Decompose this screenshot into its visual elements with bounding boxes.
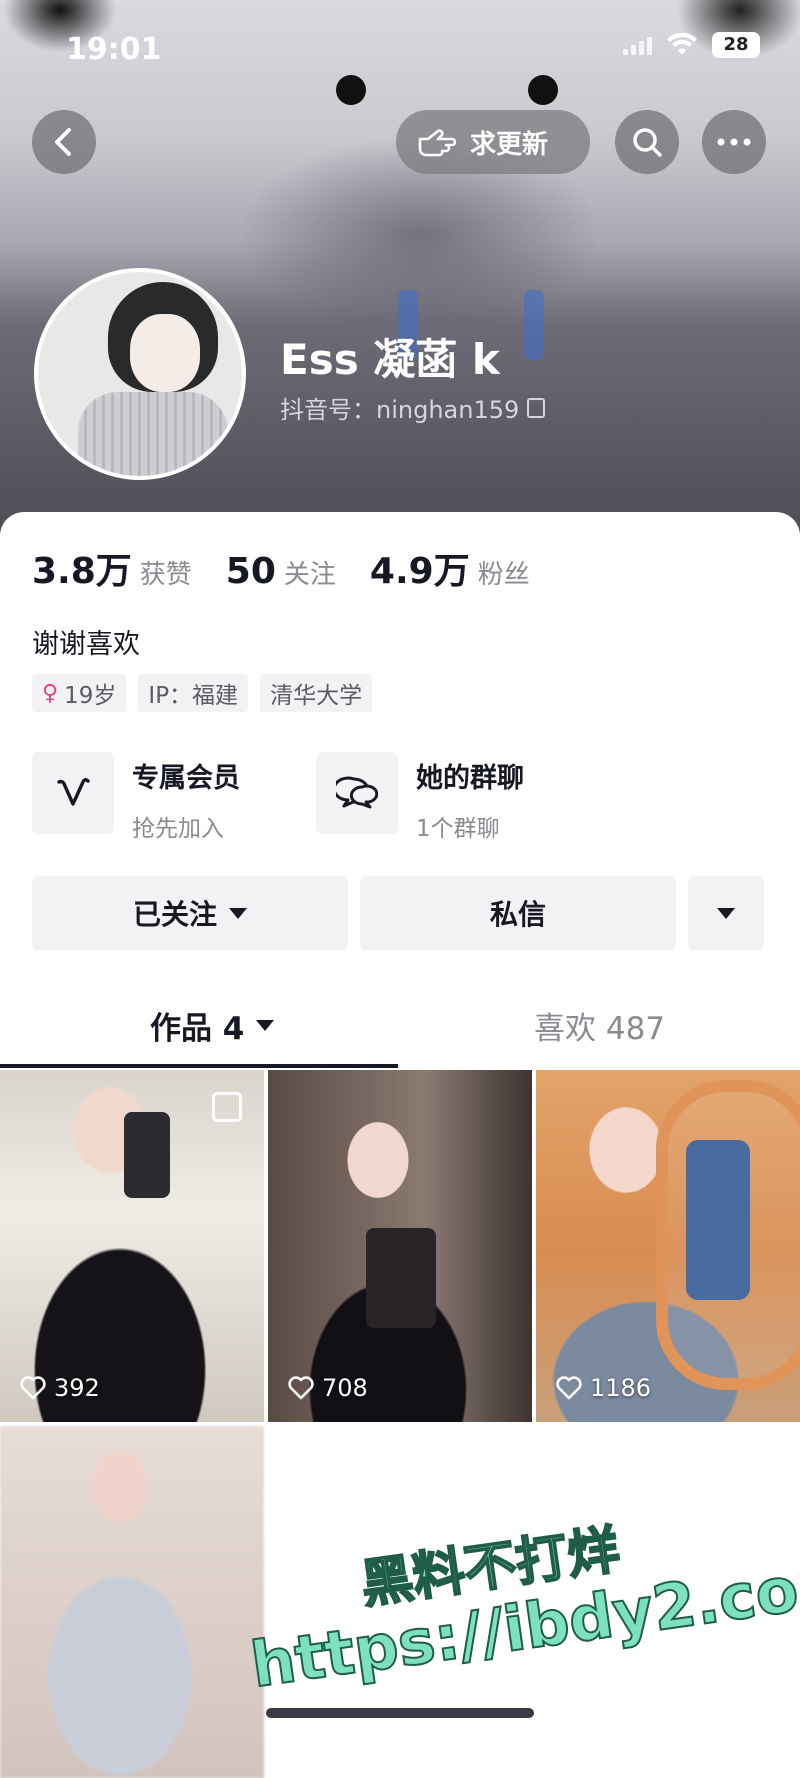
caret-down-icon	[256, 1019, 275, 1031]
stat-value: 50	[225, 551, 276, 592]
cover-decoration	[524, 290, 544, 360]
profile-tabs: 作品 4 喜欢 487	[0, 982, 800, 1068]
more-dots-icon	[717, 138, 751, 146]
profile-actions: 已关注 私信	[32, 876, 764, 950]
more-button[interactable]	[702, 110, 766, 174]
douyin-id-text: 抖音号：ninghan159	[280, 396, 520, 424]
video-likes: 392	[20, 1374, 100, 1402]
female-icon: ♀	[42, 680, 59, 706]
tab-likes[interactable]: 喜欢 487	[534, 982, 665, 1068]
request-update-label: 求更新	[470, 129, 549, 160]
heart-icon	[556, 1376, 582, 1400]
vip-v-icon	[32, 752, 114, 834]
video-thumbnail[interactable]: 1186	[536, 1070, 800, 1422]
battery-icon: 28	[712, 32, 760, 58]
video-likes: 708	[288, 1374, 368, 1402]
more-actions-button[interactable]	[688, 876, 764, 950]
copy-icon[interactable]	[527, 397, 546, 418]
tab-works-label: 作品 4	[150, 1010, 245, 1047]
stat-following[interactable]: 50 关注	[226, 551, 336, 592]
ip-tag: IP：福建	[138, 674, 249, 712]
profile-name: Ess 凝菡 k	[280, 335, 500, 384]
stat-value: 4.9万	[369, 551, 470, 592]
cover-decoration	[336, 75, 366, 105]
multi-image-icon	[212, 1092, 242, 1122]
chevron-left-icon	[55, 128, 71, 156]
heart-icon	[288, 1376, 314, 1400]
back-button[interactable]	[32, 110, 96, 174]
avatar[interactable]	[34, 268, 246, 480]
cover-decoration	[528, 75, 558, 105]
group-chat-entry[interactable]: 她的群聊 1个群聊	[316, 752, 524, 843]
douyin-id[interactable]: 抖音号：ninghan159	[280, 390, 546, 425]
stat-followers[interactable]: 4.9万 粉丝	[370, 542, 530, 594]
feature-title: 她的群聊	[416, 763, 524, 794]
search-icon	[633, 128, 662, 157]
video-thumbnail[interactable]: 708	[268, 1070, 532, 1422]
message-button[interactable]: 私信	[360, 876, 676, 950]
video-likes: 1186	[556, 1374, 651, 1402]
tab-underline	[0, 1064, 398, 1068]
feature-title: 专属会员	[132, 763, 240, 794]
stat-label: 获赞	[139, 560, 192, 590]
signal-icon	[623, 35, 652, 55]
feature-subtitle: 抢先加入	[132, 816, 224, 842]
stat-label: 关注	[283, 560, 336, 590]
tab-likes-label: 喜欢 487	[534, 1010, 666, 1047]
feature-subtitle: 1个群聊	[416, 816, 500, 842]
message-label: 私信	[489, 898, 546, 931]
stat-likes[interactable]: 3.8万 获赞	[32, 542, 192, 594]
wifi-icon	[667, 33, 697, 55]
caret-down-icon	[229, 907, 247, 919]
pointing-hand-icon	[418, 129, 456, 157]
heart-icon	[20, 1376, 46, 1400]
status-time: 19:01	[66, 32, 162, 67]
profile-stats: 3.8万 获赞 50 关注 4.9万 粉丝	[32, 542, 564, 594]
home-indicator	[266, 1708, 534, 1718]
age-tag: ♀ 19岁	[32, 674, 127, 712]
profile-panel: 3.8万 获赞 50 关注 4.9万 粉丝 谢谢喜欢 ♀ 19岁 IP：福建 清…	[0, 512, 800, 1778]
group-chat-icon	[316, 752, 398, 834]
status-bar: 19:01 28	[0, 28, 800, 72]
age-text: 19岁	[64, 683, 117, 709]
request-update-button[interactable]: 求更新	[396, 110, 590, 174]
tab-works[interactable]: 作品 4	[150, 982, 275, 1068]
video-likes-count: 392	[54, 1374, 100, 1402]
search-button[interactable]	[615, 110, 679, 174]
bio: 谢谢喜欢	[32, 629, 140, 660]
school-tag[interactable]: 清华大学	[260, 674, 373, 712]
video-thumbnail[interactable]: 392	[0, 1070, 264, 1422]
profile-tags: ♀ 19岁 IP：福建 清华大学	[32, 674, 373, 712]
stat-value: 3.8万	[32, 551, 132, 592]
video-likes-count: 1186	[590, 1374, 652, 1402]
exclusive-member-entry[interactable]: 专属会员 抢先加入	[32, 752, 240, 843]
video-thumbnail[interactable]	[0, 1426, 264, 1778]
stat-label: 粉丝	[477, 560, 530, 590]
followed-label: 已关注	[132, 898, 217, 931]
video-likes-count: 708	[322, 1374, 368, 1402]
caret-down-icon	[717, 907, 735, 919]
followed-button[interactable]: 已关注	[32, 876, 348, 950]
